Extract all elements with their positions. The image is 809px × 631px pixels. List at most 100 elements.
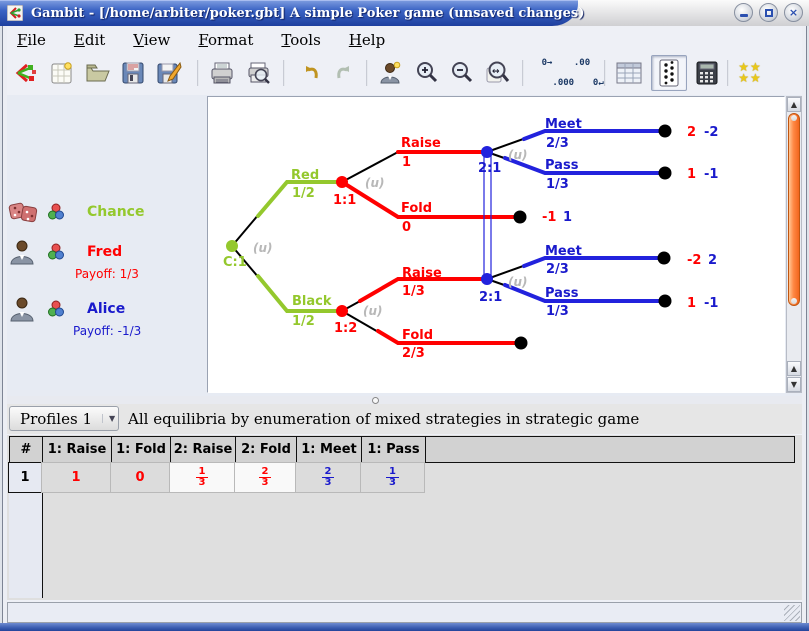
window-title: Gambit - [/home/arbiter/poker.gbt] A sim… bbox=[31, 6, 584, 21]
decrease-decimals-icon[interactable]: .00 0↵ bbox=[568, 58, 596, 88]
scroll-up-button[interactable]: ▲ bbox=[787, 97, 801, 112]
player-name-fred[interactable]: Fred bbox=[87, 244, 122, 260]
toolbar-separator bbox=[197, 60, 199, 86]
branch-prob-raise2: 1/3 bbox=[402, 284, 425, 299]
node-2-1-top[interactable] bbox=[481, 146, 493, 158]
node-1-2[interactable] bbox=[336, 305, 348, 317]
cell-pass[interactable]: 13 bbox=[360, 462, 425, 493]
titlebar[interactable]: Gambit - [/home/arbiter/poker.gbt] A sim… bbox=[0, 0, 809, 26]
sash-handle-icon[interactable] bbox=[372, 397, 379, 404]
col-header-filler bbox=[425, 436, 795, 463]
minimize-button[interactable] bbox=[734, 3, 753, 22]
print-preview-icon[interactable] bbox=[245, 58, 273, 88]
menu-tools[interactable]: Tools bbox=[271, 29, 330, 51]
terminal-fold2[interactable] bbox=[515, 337, 528, 350]
col-header-fold1: 1: Fold bbox=[111, 436, 171, 463]
uncertainty-1-1: (u) bbox=[365, 176, 385, 190]
cell-raise1[interactable]: 1 bbox=[41, 462, 111, 493]
profiles-bar: Profiles 1 ▼ All equilibria by enumerati… bbox=[7, 404, 802, 434]
main-area: Chance Fred Payoff: 1/3 bbox=[0, 95, 809, 396]
branch-fold2-line bbox=[378, 331, 521, 343]
menu-view[interactable]: View bbox=[123, 29, 180, 51]
uncertainty-root: (u) bbox=[253, 241, 273, 255]
cell-raise2[interactable]: 13 bbox=[169, 462, 235, 493]
star-row: ★★ bbox=[738, 71, 762, 85]
toolbar-separator bbox=[604, 60, 606, 86]
branch-label-red: Red bbox=[291, 168, 319, 183]
zoom-in-icon[interactable] bbox=[413, 58, 441, 88]
branch-label-black: Black bbox=[292, 294, 332, 309]
terminal-pass2[interactable] bbox=[659, 295, 672, 308]
undo-icon[interactable] bbox=[296, 58, 324, 88]
edit-player-icon[interactable] bbox=[377, 58, 405, 88]
splitter-sash[interactable] bbox=[0, 396, 809, 404]
node-1-1[interactable] bbox=[336, 176, 348, 188]
compute-equilibria-icon[interactable] bbox=[693, 58, 721, 88]
menu-file[interactable]: File bbox=[7, 29, 56, 51]
branch-label-fold1: Fold bbox=[401, 201, 432, 216]
player-name-alice[interactable]: Alice bbox=[87, 301, 125, 317]
zoom-out-icon[interactable] bbox=[448, 58, 476, 88]
col-header-raise1: 1: Raise bbox=[42, 436, 112, 463]
menu-help[interactable]: Help bbox=[339, 29, 395, 51]
profiles-table: # 1: Raise 1: Fold 2: Raise 2: Fold 1: M… bbox=[7, 435, 802, 600]
cell-row-index[interactable]: 1 bbox=[8, 462, 42, 493]
player-row-chance[interactable]: Chance bbox=[7, 198, 144, 226]
payoff-pass1-p2: -1 bbox=[704, 167, 718, 182]
tree-vertical-scrollbar[interactable]: ▲ ▲ ▼ bbox=[786, 96, 802, 393]
close-button[interactable]: × bbox=[784, 3, 803, 22]
branch-prob-raise1: 1 bbox=[402, 155, 411, 170]
menubar: File Edit View Format Tools Help bbox=[7, 27, 802, 52]
new-game-icon[interactable] bbox=[48, 58, 76, 88]
strategic-view-icon[interactable] bbox=[615, 58, 643, 88]
branch-prob-red: 1/2 bbox=[292, 186, 315, 201]
menu-edit[interactable]: Edit bbox=[64, 29, 115, 51]
player-row-alice[interactable]: Alice bbox=[7, 296, 125, 322]
increase-decimals-icon[interactable]: 0→ .000 bbox=[533, 58, 561, 88]
cell-fold2[interactable]: 23 bbox=[234, 462, 296, 493]
branch-pass1-line bbox=[505, 158, 665, 173]
branch-label-meet1: Meet bbox=[545, 117, 582, 132]
fred-payoff: Payoff: 1/3 bbox=[75, 267, 139, 281]
payoff-meet2-p2: 2 bbox=[708, 253, 717, 268]
zoom-fit-icon[interactable]: ↔ bbox=[484, 58, 512, 88]
open-file-icon[interactable] bbox=[84, 58, 112, 88]
qre-stars-icon[interactable]: ★★ ★★ bbox=[736, 58, 764, 88]
cell-fold1[interactable]: 0 bbox=[110, 462, 170, 493]
game-tree-canvas[interactable]: C:1 (u) 1:1 (u) 1:2 (u) 2:1 (u) 2:1 (u) … bbox=[207, 96, 785, 393]
player-name-chance[interactable]: Chance bbox=[87, 204, 144, 220]
branch-meet2-line bbox=[524, 258, 664, 266]
player-row-fred[interactable]: Fred bbox=[7, 239, 122, 265]
toolbar-separator bbox=[727, 60, 729, 86]
terminal-pass1[interactable] bbox=[659, 167, 672, 180]
window-border-right bbox=[802, 26, 809, 631]
scroll-up-icon: ▲ bbox=[791, 100, 797, 109]
print-icon[interactable] bbox=[208, 58, 236, 88]
table-header-row: # 1: Raise 1: Fold 2: Raise 2: Fold 1: M… bbox=[9, 436, 795, 463]
gambit-window: Gambit - [/home/arbiter/poker.gbt] A sim… bbox=[0, 0, 809, 631]
save-as-icon[interactable] bbox=[155, 58, 183, 88]
branch-label-raise2: Raise bbox=[402, 266, 442, 281]
payoff-meet1-p2: -2 bbox=[704, 125, 718, 140]
scrollbar-thumb[interactable] bbox=[788, 113, 800, 306]
scroll-up-button-2[interactable]: ▲ bbox=[787, 361, 801, 376]
save-icon[interactable] bbox=[119, 58, 147, 88]
extensive-view-icon[interactable] bbox=[651, 55, 687, 91]
redo-icon[interactable] bbox=[331, 58, 359, 88]
resize-grip[interactable] bbox=[784, 605, 800, 621]
close-icon: × bbox=[789, 6, 798, 19]
terminal-fold1[interactable] bbox=[514, 211, 527, 224]
menu-format[interactable]: Format bbox=[188, 29, 263, 51]
person-icon bbox=[7, 239, 41, 265]
scroll-down-button[interactable]: ▼ bbox=[787, 377, 801, 392]
maximize-button[interactable] bbox=[759, 3, 778, 22]
terminal-meet1[interactable] bbox=[659, 125, 672, 138]
node-chance-root[interactable] bbox=[226, 240, 238, 252]
gambit-logo-icon[interactable] bbox=[12, 58, 40, 88]
node-2-1-bottom[interactable] bbox=[481, 273, 493, 285]
terminal-meet2[interactable] bbox=[658, 252, 671, 265]
cell-meet[interactable]: 23 bbox=[295, 462, 361, 493]
status-bar bbox=[7, 602, 802, 623]
profiles-dropdown[interactable]: Profiles 1 ▼ bbox=[9, 406, 119, 431]
profiles-dropdown-label: Profiles 1 bbox=[20, 410, 92, 428]
